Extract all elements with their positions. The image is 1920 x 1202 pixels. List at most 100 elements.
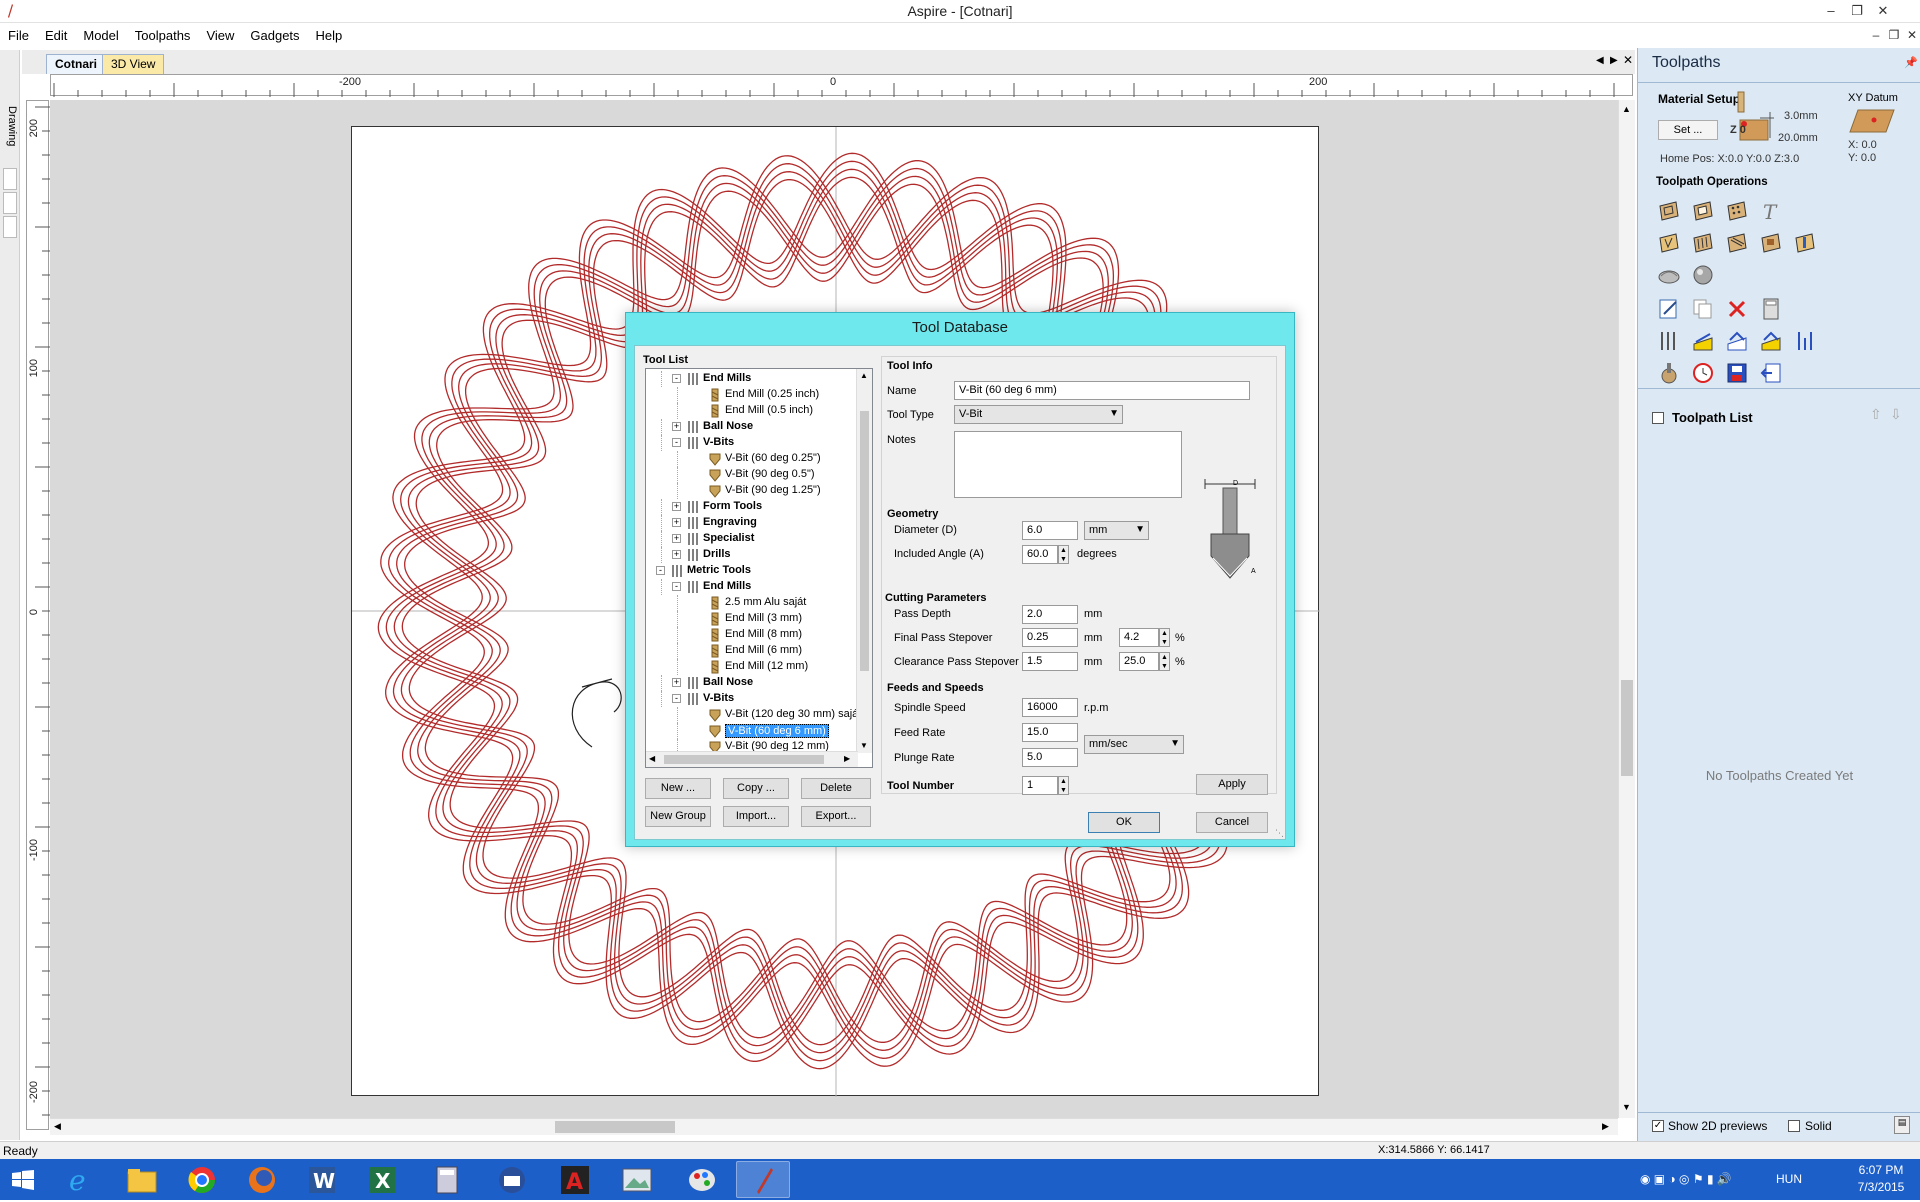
collapse-icon[interactable]: -	[672, 438, 681, 447]
xy-datum-icon[interactable]	[1848, 106, 1898, 136]
tab-3d-view[interactable]: 3D View	[102, 54, 165, 74]
tab-scroll-left-icon[interactable]: ◀	[1596, 55, 1604, 66]
collapse-icon[interactable]: -	[672, 582, 681, 591]
scroll-up-icon[interactable]: ▲	[860, 371, 868, 380]
toolpath-list-checkbox[interactable]	[1652, 412, 1664, 424]
v-carve-toolpath-icon[interactable]	[1656, 230, 1682, 256]
file-explorer-icon[interactable]	[115, 1161, 169, 1198]
restore-button[interactable]: ❐	[1848, 2, 1866, 20]
clearance-pass-spinner[interactable]: ▲ ▼	[1159, 652, 1170, 671]
final-pass-stepover-input[interactable]: 0.25	[1022, 628, 1078, 647]
final-pass-percent-input[interactable]: 4.2	[1119, 628, 1159, 647]
menu-view[interactable]: View	[198, 24, 242, 48]
scroll-left-icon[interactable]: ◀	[649, 754, 655, 763]
chrome-icon[interactable]	[175, 1161, 229, 1198]
new-tool-button[interactable]: New ...	[645, 778, 711, 799]
tray-system-icons[interactable]: ◉ ▣ ◑ ◎ ⚑ ▮ 🔊	[1640, 1172, 1732, 1186]
drilling-toolpath-icon[interactable]	[1724, 198, 1750, 224]
menu-toolpaths[interactable]: Toolpaths	[127, 24, 199, 48]
scroll-right-icon[interactable]: ▶	[1602, 1121, 1609, 1132]
canvas-vertical-scrollbar[interactable]: ▲ ▼	[1618, 100, 1635, 1118]
solid-checkbox[interactable]	[1788, 1120, 1800, 1132]
tool-number-input[interactable]: 1	[1022, 776, 1058, 795]
3d-finishing-icon[interactable]	[1690, 262, 1716, 288]
diameter-unit-select[interactable]: mm ▼	[1084, 521, 1149, 540]
tree-horizontal-scrollbar[interactable]: ◀ ▶	[646, 751, 858, 767]
preview-toolpaths-icon[interactable]	[1656, 360, 1682, 386]
cancel-button[interactable]: Cancel	[1196, 812, 1268, 833]
tree-group-node[interactable]: + Ball Nose	[646, 419, 858, 435]
diameter-input[interactable]: 6.0	[1022, 521, 1078, 540]
tree-group-node[interactable]: - Metric Tools	[646, 563, 858, 579]
scroll-thumb[interactable]	[664, 755, 824, 764]
feed-rate-input[interactable]: 15.0	[1022, 723, 1078, 742]
tab-cotnari[interactable]: Cotnari	[46, 54, 106, 74]
clearance-pass-stepover-input[interactable]: 1.5	[1022, 652, 1078, 671]
clock-time[interactable]: 6:07 PM	[1855, 1163, 1907, 1177]
thunderbird-icon[interactable]	[485, 1161, 539, 1198]
expand-icon[interactable]: +	[672, 678, 681, 687]
new-group-button[interactable]: New Group	[645, 806, 711, 827]
pocket-toolpath-icon[interactable]	[1690, 198, 1716, 224]
side-tab-button[interactable]	[3, 216, 17, 238]
toolpath-calculator-icon[interactable]	[1758, 296, 1784, 322]
calculator-app-icon[interactable]	[420, 1161, 474, 1198]
prism-carve-icon[interactable]	[1690, 230, 1716, 256]
final-pass-spinner[interactable]: ▲ ▼	[1159, 628, 1170, 647]
menu-file[interactable]: File	[0, 24, 37, 48]
tree-group-node[interactable]: - End Mills	[646, 371, 858, 387]
image-viewer-icon[interactable]	[610, 1161, 664, 1198]
rate-unit-select[interactable]: mm/sec ▼	[1084, 735, 1184, 754]
tool-number-spinner[interactable]: ▲ ▼	[1058, 776, 1069, 795]
menu-gadgets[interactable]: Gadgets	[242, 24, 307, 48]
tool-bar-icon[interactable]	[1792, 328, 1818, 354]
close-tab-icon[interactable]: ✕	[1623, 53, 1633, 67]
close-form-icon[interactable]	[1758, 360, 1784, 386]
minimize-button[interactable]: –	[1822, 2, 1840, 20]
moulding-toolpath-icon[interactable]	[1792, 230, 1818, 256]
edit-toolpath-icon[interactable]	[1656, 296, 1682, 322]
delete-tool-button[interactable]: Delete	[801, 778, 871, 799]
inlay-toolpath-icon[interactable]	[1758, 230, 1784, 256]
profile-toolpath-icon[interactable]	[1656, 198, 1682, 224]
import-button[interactable]: Import...	[723, 806, 789, 827]
side-tab-button[interactable]	[3, 168, 17, 190]
copy-toolpath-icon[interactable]	[1690, 296, 1716, 322]
aspire-taskbar-icon[interactable]	[736, 1161, 790, 1198]
expand-icon[interactable]: +	[672, 534, 681, 543]
angle-spinner[interactable]: ▲ ▼	[1058, 545, 1069, 564]
scroll-down-icon[interactable]: ▼	[1622, 1102, 1631, 1112]
tree-vertical-scrollbar[interactable]: ▲ ▼	[856, 369, 872, 753]
pass-depth-input[interactable]: 2.0	[1022, 605, 1078, 624]
apply-button[interactable]: Apply	[1196, 774, 1268, 795]
mdi-minimize-button[interactable]: –	[1868, 28, 1884, 42]
expand-icon[interactable]: +	[672, 550, 681, 559]
internet-explorer-icon[interactable]: e	[55, 1161, 109, 1198]
word-icon[interactable]: W	[295, 1161, 349, 1198]
spindle-speed-input[interactable]: 16000	[1022, 698, 1078, 717]
mdi-close-button[interactable]: ✕	[1904, 28, 1920, 42]
expand-icon[interactable]: +	[672, 502, 681, 511]
clearance-pass-percent-input[interactable]: 25.0	[1119, 652, 1159, 671]
scroll-left-icon[interactable]: ◀	[54, 1121, 61, 1132]
menu-edit[interactable]: Edit	[37, 24, 75, 48]
plunge-rate-input[interactable]: 5.0	[1022, 748, 1078, 767]
tree-group-node[interactable]: + Engraving	[646, 515, 858, 531]
tool-type-select[interactable]: V-Bit ▼	[954, 405, 1123, 424]
ok-button[interactable]: OK	[1088, 812, 1160, 833]
machining-time-icon[interactable]	[1690, 360, 1716, 386]
scroll-thumb[interactable]	[555, 1121, 675, 1133]
paint-icon[interactable]	[675, 1161, 729, 1198]
pin-icon[interactable]: 📌	[1904, 56, 1918, 69]
drawing-side-tab[interactable]: Drawing	[0, 50, 20, 1140]
fluting-toolpath-icon[interactable]	[1724, 230, 1750, 256]
tab-scroll-right-icon[interactable]: ▶	[1610, 55, 1618, 66]
excel-icon[interactable]: X	[355, 1161, 409, 1198]
menu-help[interactable]: Help	[308, 24, 351, 48]
canvas-horizontal-scrollbar[interactable]: ◀ ▶	[50, 1118, 1618, 1135]
mdi-restore-button[interactable]: ❐	[1886, 28, 1902, 42]
collapse-icon[interactable]: -	[672, 374, 681, 383]
scroll-thumb[interactable]	[860, 411, 869, 671]
3d-roughing-icon[interactable]	[1656, 262, 1682, 288]
expand-icon[interactable]: +	[672, 518, 681, 527]
